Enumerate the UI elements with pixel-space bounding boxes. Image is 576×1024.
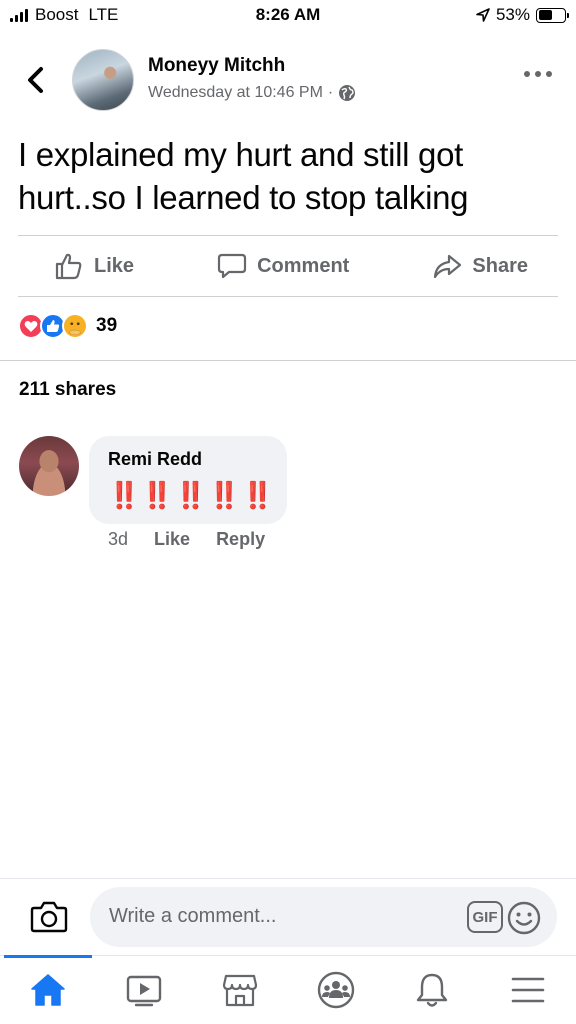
comment-input-placeholder: Write a comment...	[109, 905, 277, 927]
comment-bubble-icon	[217, 253, 247, 279]
thumbs-up-icon	[55, 253, 82, 280]
share-label: Share	[472, 254, 528, 277]
post-header: Moneyy Mitchh Wednesday at 10:46 PM ·	[0, 46, 576, 116]
home-icon	[31, 974, 65, 1006]
battery-fill	[538, 10, 552, 20]
comment-composer: Write a comment... GIF	[0, 878, 576, 954]
camera-icon[interactable]	[30, 899, 68, 933]
status-right: 53%	[475, 5, 569, 25]
nav-marketplace[interactable]	[192, 956, 288, 1024]
more-options-icon[interactable]	[524, 68, 552, 80]
author-avatar[interactable]	[72, 49, 134, 111]
marketplace-icon	[222, 974, 258, 1007]
reactions-summary[interactable]: 39	[18, 313, 117, 339]
comment-age: 3d	[108, 529, 129, 549]
comment-bubble[interactable]: Remi Redd ‼️‼️‼️‼️‼️	[89, 436, 287, 524]
battery-percent: 53%	[495, 5, 530, 24]
comment-button[interactable]: Comment	[217, 252, 349, 280]
back-arrow-icon[interactable]	[22, 64, 50, 96]
menu-icon	[511, 977, 545, 1003]
groups-icon	[317, 971, 355, 1009]
post-body: I explained my hurt and still got hurt..…	[18, 136, 469, 216]
comment-label: Comment	[257, 254, 350, 277]
care-reaction-icon	[62, 313, 88, 339]
bottom-nav	[0, 955, 576, 1024]
commenter-avatar[interactable]	[19, 436, 79, 496]
comment-actions: 3d Like Reply	[108, 529, 291, 550]
nav-notifications[interactable]	[384, 956, 480, 1024]
location-arrow-icon	[476, 8, 490, 22]
divider	[18, 296, 558, 297]
nav-menu[interactable]	[480, 956, 576, 1024]
globe-icon	[339, 85, 356, 101]
post-action-bar: Like Comment Share	[18, 236, 558, 296]
reaction-count: 39	[96, 315, 118, 336]
like-label: Like	[94, 254, 135, 277]
status-bar: Boost LTE 8:26 AM 53%	[0, 0, 576, 34]
comment-text: ‼️‼️‼️‼️‼️	[108, 480, 275, 510]
post-meta: Wednesday at 10:46 PM ·	[148, 84, 356, 102]
shares-count[interactable]: 211 shares	[19, 379, 116, 401]
share-arrow-icon	[434, 254, 462, 279]
share-button[interactable]: Share	[432, 252, 528, 280]
nav-home[interactable]	[0, 955, 96, 1024]
divider	[0, 360, 576, 361]
battery-icon	[536, 7, 569, 23]
comment-reply-button[interactable]: Reply	[216, 529, 265, 550]
like-button[interactable]: Like	[54, 252, 134, 280]
nav-groups[interactable]	[288, 956, 384, 1024]
meta-separator: ·	[327, 84, 334, 101]
comment-like-button[interactable]: Like	[154, 529, 190, 550]
notifications-icon	[416, 973, 448, 1007]
gif-button[interactable]: GIF	[467, 901, 503, 933]
post-timestamp[interactable]: Wednesday at 10:46 PM	[148, 84, 323, 102]
emoji-icon[interactable]	[507, 901, 541, 935]
author-name[interactable]: Moneyy Mitchh	[148, 55, 285, 77]
comment-input[interactable]: Write a comment... GIF	[90, 887, 557, 947]
comment-author[interactable]: Remi Redd	[108, 449, 202, 470]
nav-watch[interactable]	[96, 956, 192, 1024]
watch-icon	[126, 975, 162, 1007]
